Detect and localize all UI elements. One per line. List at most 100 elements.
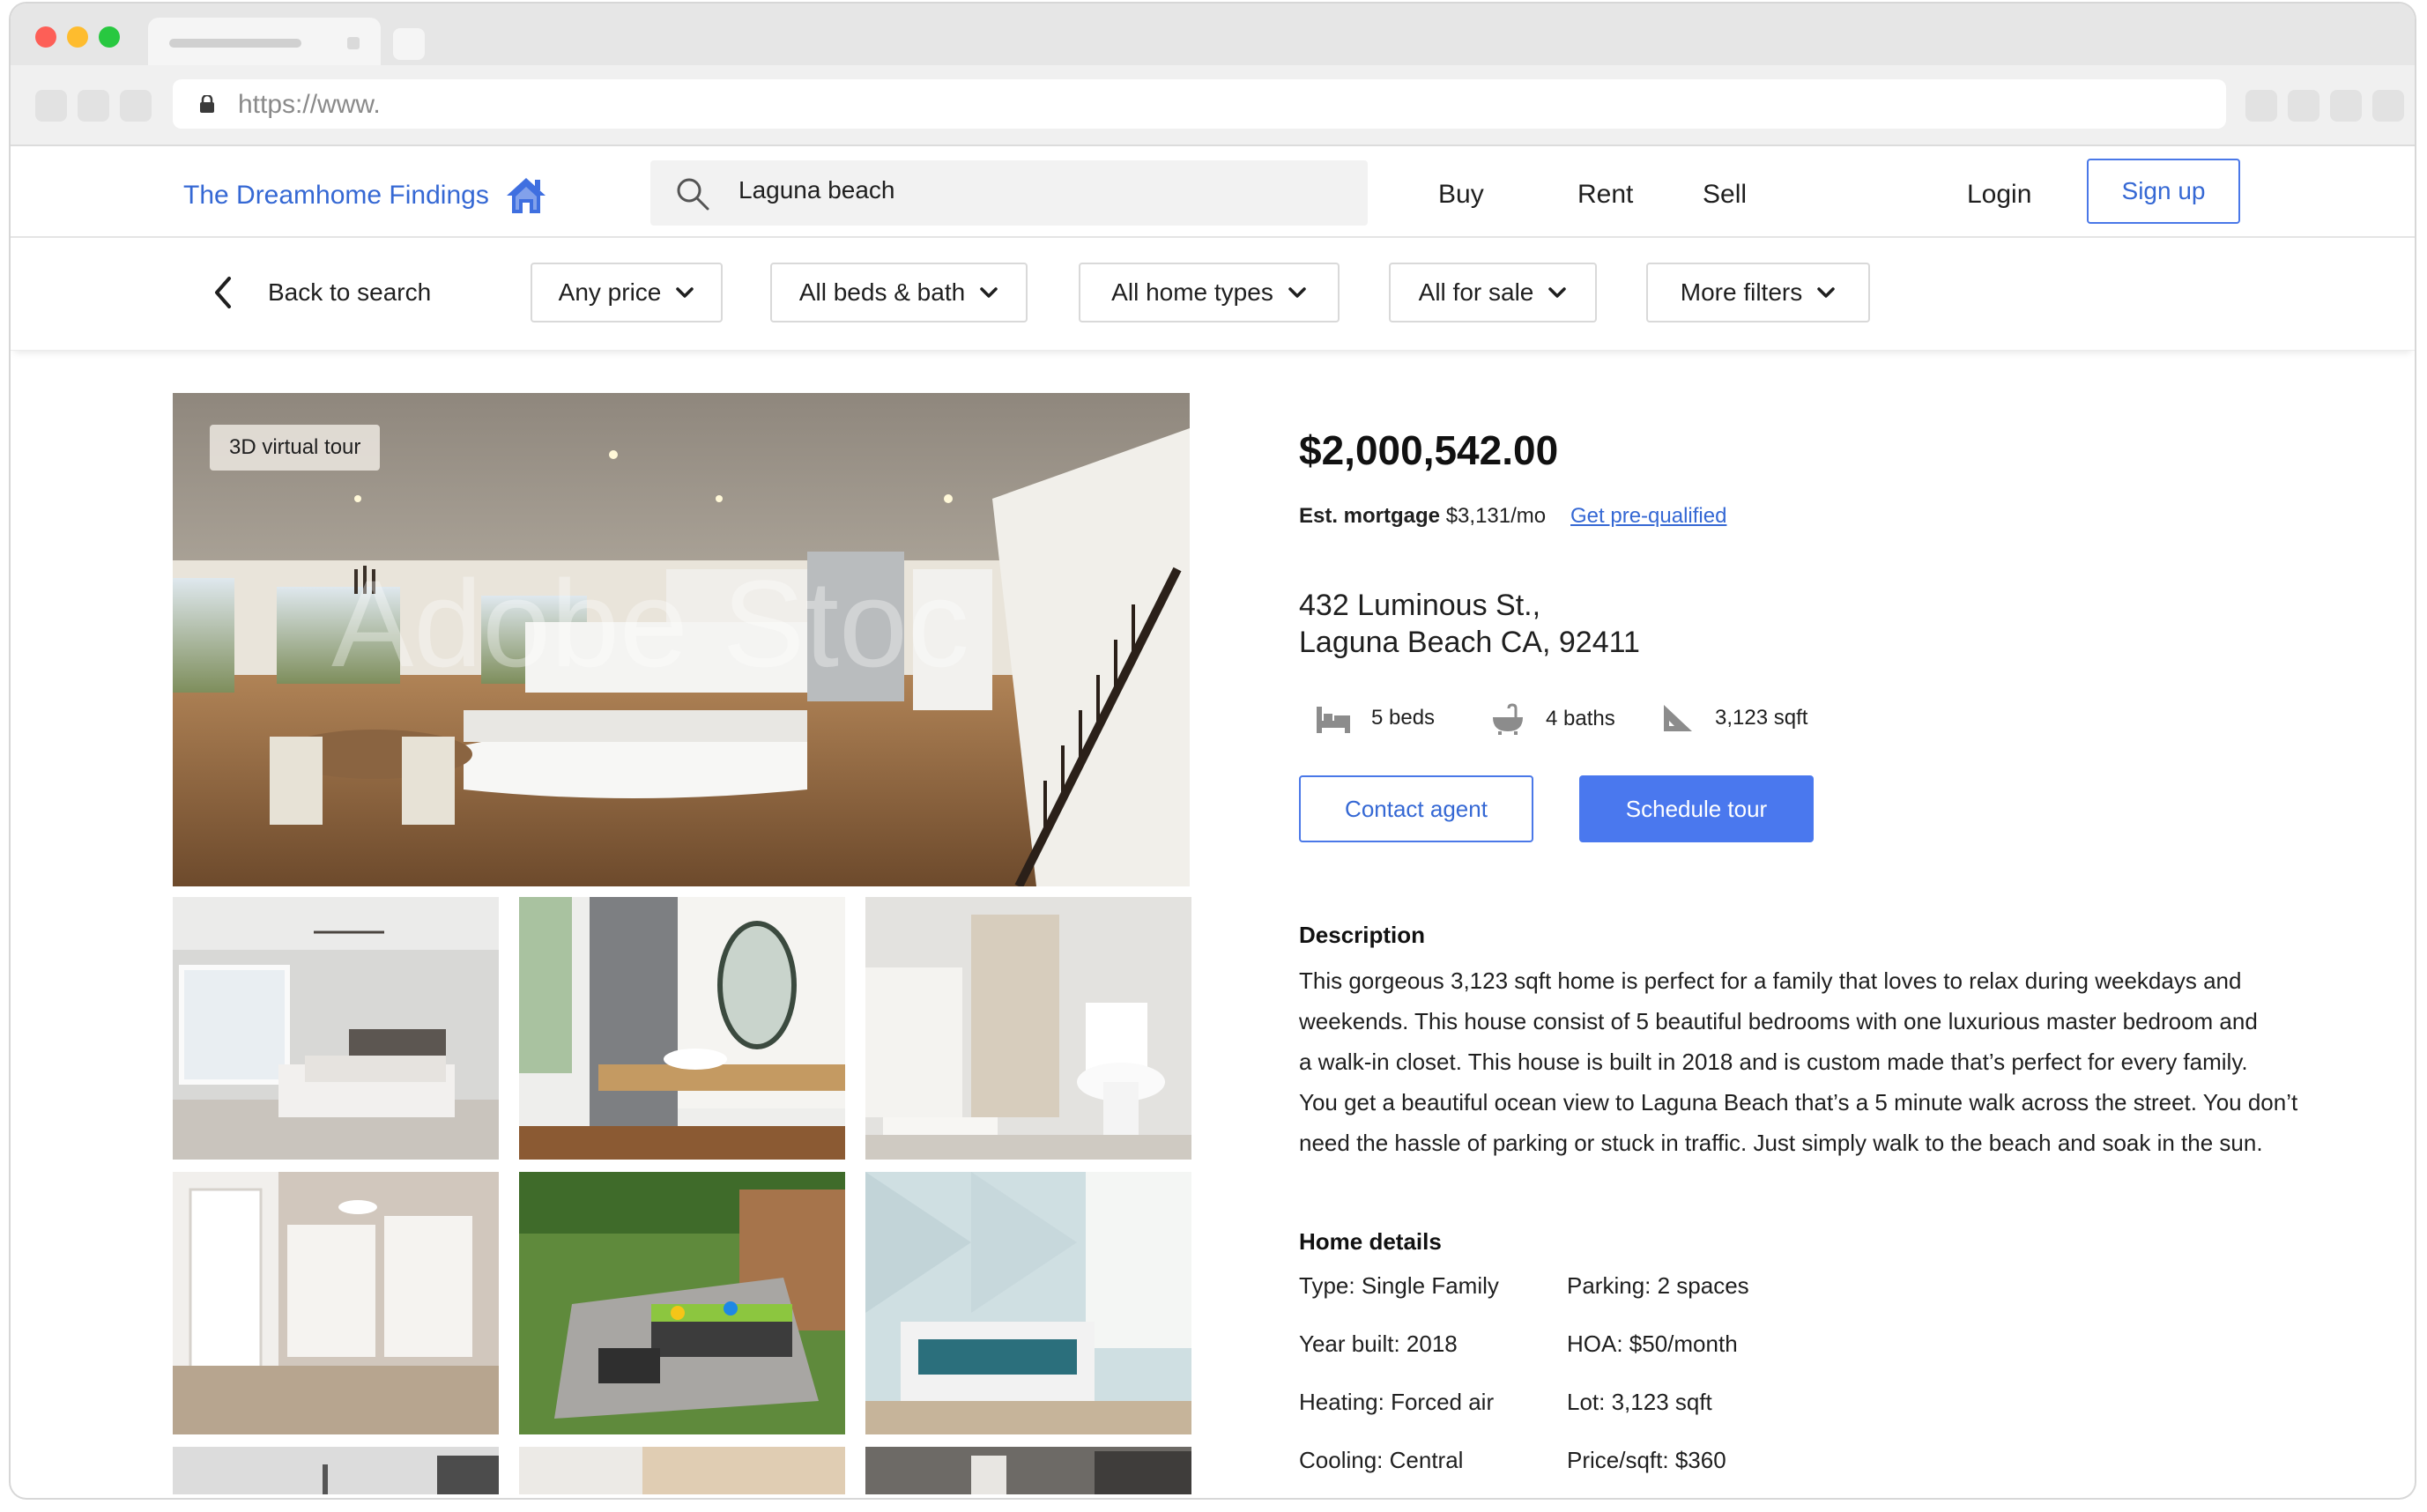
detail-heating: Heating: Forced air bbox=[1299, 1389, 1495, 1415]
chevron-down-icon bbox=[676, 287, 694, 298]
bedroom-photo-image bbox=[173, 897, 499, 1160]
mortgage-estimate: Est. mortgage $3,131/mo bbox=[1299, 504, 1546, 529]
description-text: This gorgeous 3,123 sqft home is perfect… bbox=[1299, 960, 2339, 1163]
price-filter-dropdown[interactable]: Any price bbox=[531, 263, 723, 322]
schedule-tour-button[interactable]: Schedule tour bbox=[1579, 775, 1814, 842]
thumbnail-bathroom-toilet[interactable] bbox=[865, 897, 1191, 1160]
beds-count: 5 beds bbox=[1371, 706, 1436, 730]
site-header: The Dreamhome Findings Buy Rent Sell Log… bbox=[11, 146, 2415, 238]
sqft-feature: 3,123 sqft bbox=[1662, 703, 1807, 733]
area-ruler-icon bbox=[1664, 705, 1692, 731]
chevron-down-icon bbox=[1817, 287, 1835, 298]
nav-buy[interactable]: Buy bbox=[1438, 180, 1484, 210]
house-icon bbox=[506, 178, 546, 213]
extension-button[interactable] bbox=[2245, 90, 2277, 122]
maximize-window-button[interactable] bbox=[99, 26, 120, 48]
description-line: You get a beautiful ocean view to Laguna… bbox=[1299, 1089, 2298, 1115]
detail-type: Type: Single Family bbox=[1299, 1272, 1499, 1299]
search-input[interactable] bbox=[738, 176, 1267, 204]
lock-icon bbox=[200, 95, 214, 113]
vanity-photo-image bbox=[519, 897, 845, 1160]
address-line-1: 432 Luminous St., bbox=[1299, 589, 1541, 622]
baths-feature: 4 baths bbox=[1491, 703, 1615, 735]
patio-photo-image bbox=[519, 1172, 845, 1434]
back-label: Back to search bbox=[268, 278, 432, 306]
description-line: weekends. This house consist of 5 beauti… bbox=[1299, 1008, 2258, 1034]
nav-sell[interactable]: Sell bbox=[1703, 180, 1747, 210]
bedroom-2-photo-image bbox=[865, 1172, 1191, 1434]
nav-rent[interactable]: Rent bbox=[1577, 180, 1633, 210]
more-filters-dropdown[interactable]: More filters bbox=[1646, 263, 1870, 322]
sale-status-filter-dropdown[interactable]: All for sale bbox=[1389, 263, 1597, 322]
chevron-down-icon bbox=[1288, 287, 1306, 298]
description-line: a walk-in closet. This house is built in… bbox=[1299, 1049, 2248, 1075]
mortgage-label: Est. mortgage bbox=[1299, 504, 1441, 528]
closet-photo-image bbox=[173, 1172, 499, 1434]
tab-title-placeholder bbox=[169, 39, 301, 48]
filter-label: All beds & bath bbox=[798, 278, 966, 306]
photo-image bbox=[519, 1447, 845, 1494]
hero-photo-kitchen[interactable]: Adobe Stoc 3D virtual tour bbox=[173, 393, 1190, 886]
signup-button[interactable]: Sign up bbox=[2087, 159, 2240, 224]
thumbnail-row-4-3[interactable] bbox=[865, 1447, 1191, 1494]
description-heading: Description bbox=[1299, 922, 1426, 948]
browser-titlebar bbox=[11, 4, 2415, 65]
detail-parking: Parking: 2 spaces bbox=[1567, 1272, 1749, 1299]
browser-toolbar: https://www. bbox=[11, 65, 2415, 146]
filter-label: More filters bbox=[1680, 278, 1803, 306]
description-line: need the hassle of parking or stuck in t… bbox=[1299, 1130, 2263, 1156]
close-window-button[interactable] bbox=[35, 26, 56, 48]
chevron-down-icon bbox=[1548, 287, 1567, 298]
menu-button[interactable] bbox=[2372, 90, 2404, 122]
thumbnail-row-4-2[interactable] bbox=[519, 1447, 845, 1494]
filter-bar: Back to search Any price All beds & bath… bbox=[11, 238, 2415, 351]
watermark-text: Adobe Stoc bbox=[331, 554, 969, 693]
brand-logo[interactable]: The Dreamhome Findings bbox=[183, 176, 547, 215]
back-to-search-link[interactable]: Back to search bbox=[210, 275, 431, 310]
photo-image bbox=[865, 1447, 1191, 1494]
filter-label: All home types bbox=[1111, 278, 1273, 306]
listing-price: $2,000,542.00 bbox=[1299, 427, 1559, 473]
chevron-down-icon bbox=[980, 287, 998, 298]
tab-close-icon[interactable] bbox=[347, 37, 360, 49]
detail-price-per-sqft: Price/sqft: $360 bbox=[1567, 1447, 1726, 1473]
thumbnail-row-4-1[interactable] bbox=[173, 1447, 499, 1494]
thumbnail-bedroom-2[interactable] bbox=[865, 1172, 1191, 1434]
address-bar[interactable]: https://www. bbox=[173, 79, 2226, 129]
home-type-filter-dropdown[interactable]: All home types bbox=[1079, 263, 1340, 322]
search-icon bbox=[677, 178, 709, 211]
new-tab-button[interactable] bbox=[393, 28, 425, 60]
bed-icon bbox=[1317, 707, 1350, 733]
detail-lot: Lot: 3,123 sqft bbox=[1567, 1389, 1712, 1415]
toilet-photo-image bbox=[865, 897, 1191, 1160]
thumbnail-bathroom-vanity[interactable] bbox=[519, 897, 845, 1160]
thumbnail-patio[interactable] bbox=[519, 1172, 845, 1434]
search-box[interactable] bbox=[650, 160, 1368, 226]
beds-bath-filter-dropdown[interactable]: All beds & bath bbox=[770, 263, 1028, 322]
extension-button[interactable] bbox=[2288, 90, 2319, 122]
back-nav-button[interactable] bbox=[35, 90, 67, 122]
brand-name: The Dreamhome Findings bbox=[183, 181, 489, 210]
baths-count: 4 baths bbox=[1546, 707, 1615, 730]
sqft-value: 3,123 sqft bbox=[1715, 706, 1808, 730]
get-prequalified-link[interactable]: Get pre-qualified bbox=[1570, 504, 1726, 529]
minimize-window-button[interactable] bbox=[67, 26, 88, 48]
filter-label: All for sale bbox=[1418, 278, 1534, 306]
extension-button[interactable] bbox=[2330, 90, 2362, 122]
address-line-2: Laguna Beach CA, 92411 bbox=[1299, 626, 1640, 659]
contact-agent-button[interactable]: Contact agent bbox=[1299, 775, 1533, 842]
chevron-left-icon bbox=[215, 277, 231, 308]
filter-label: Any price bbox=[558, 278, 662, 306]
thumbnail-walk-in-closet[interactable] bbox=[173, 1172, 499, 1434]
beds-feature: 5 beds bbox=[1317, 703, 1435, 733]
mortgage-value: $3,131/mo bbox=[1445, 504, 1547, 528]
login-link[interactable]: Login bbox=[1967, 180, 2031, 210]
reload-button[interactable] bbox=[120, 90, 152, 122]
url-text: https://www. bbox=[238, 90, 381, 119]
browser-tab[interactable] bbox=[148, 18, 381, 65]
detail-hoa: HOA: $50/month bbox=[1567, 1330, 1738, 1357]
forward-nav-button[interactable] bbox=[78, 90, 109, 122]
virtual-tour-badge[interactable]: 3D virtual tour bbox=[210, 425, 381, 471]
thumbnail-bedroom[interactable] bbox=[173, 897, 499, 1160]
photo-image bbox=[173, 1447, 499, 1494]
